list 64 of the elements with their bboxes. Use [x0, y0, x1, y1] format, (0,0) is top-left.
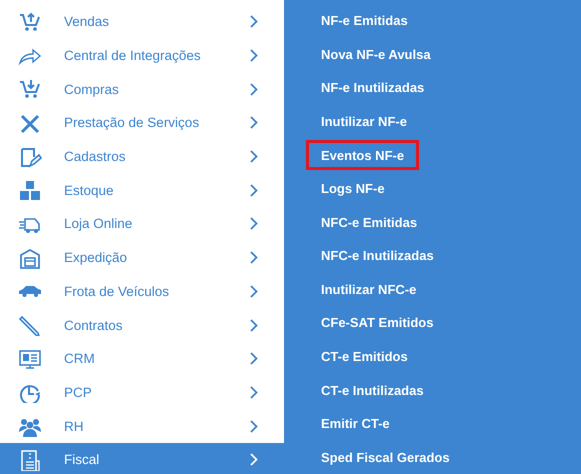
submenu-link[interactable]: Inutilizar NF-e — [306, 106, 422, 136]
document-edit-icon — [18, 146, 42, 168]
chevron-right-icon — [250, 251, 258, 264]
menu-label: Vendas — [64, 14, 110, 30]
chevron-right-icon — [250, 352, 258, 366]
chevron-right-icon — [250, 284, 258, 298]
chevron-right-icon — [250, 49, 258, 62]
menu-label: PCP — [64, 384, 93, 400]
menu-label: Cadastros — [64, 149, 127, 164]
chevron-right-icon — [250, 420, 258, 433]
menu-label: Prestação de Serviços — [64, 115, 200, 130]
menu-item[interactable]: Fiscal — [0, 442, 284, 474]
submenu-link[interactable]: NFC-e Emitidas — [306, 207, 432, 238]
submenu-link[interactable]: NF-e Inutilizadas — [306, 73, 440, 103]
menu-label: Central de Integrações — [64, 48, 202, 64]
menu-label: Frota de Veículos — [64, 284, 170, 299]
chevron-right-icon — [250, 318, 258, 332]
menu-item[interactable]: Central de Integrações — [0, 38, 284, 72]
submenu-link[interactable]: Logs NF-e — [306, 174, 400, 204]
menu-item[interactable]: Expedição — [0, 240, 284, 274]
submenu-link[interactable]: Inutilizar NFC-e — [306, 274, 432, 304]
submenu-link[interactable]: NF-e Emitidas — [306, 6, 423, 36]
menu-item[interactable]: CRM — [0, 342, 284, 376]
submenu-link[interactable]: Nova NF-e Avulsa — [306, 39, 446, 70]
menu-item[interactable]: Cadastros — [0, 140, 284, 174]
chevron-right-icon — [250, 453, 258, 466]
menu-item[interactable]: RH — [0, 409, 284, 443]
menu-label: Compras — [64, 82, 120, 97]
submenu-link[interactable]: Emitir CT-e — [306, 408, 405, 439]
menu-item[interactable]: Vendas — [0, 5, 284, 39]
menu-item[interactable]: Loja Online — [0, 207, 284, 241]
cart-upload-icon — [18, 10, 42, 33]
submenu-link[interactable]: CT-e Inutilizadas — [306, 375, 439, 406]
menu-item[interactable]: Frota de Veículos — [0, 274, 284, 308]
menu-label: RH — [64, 418, 84, 434]
chevron-right-icon — [250, 150, 258, 164]
boxes-icon — [18, 179, 42, 202]
cart-download-icon — [18, 78, 42, 100]
menu-item[interactable]: Compras — [0, 72, 284, 106]
pen-icon — [18, 314, 42, 336]
submenu-link[interactable]: Sped Fiscal Gerados — [306, 442, 465, 472]
menu-label: Expedição — [64, 250, 128, 266]
menu-label: CRM — [64, 351, 96, 366]
chevron-right-icon — [250, 116, 258, 130]
chevron-right-icon — [250, 386, 258, 399]
menu-label: Loja Online — [64, 216, 134, 232]
menu-label: Fiscal — [64, 452, 100, 468]
chevron-right-icon — [250, 184, 258, 197]
menu-label: Estoque — [64, 182, 115, 198]
menu-item[interactable]: PCP — [0, 376, 284, 410]
menu-item[interactable]: Contratos — [0, 308, 284, 342]
chevron-right-icon — [250, 15, 258, 28]
submenu-link[interactable]: Eventos NF-e — [306, 140, 420, 170]
menu-label: Contratos — [64, 318, 124, 333]
warehouse-icon — [18, 246, 42, 269]
submenu-link[interactable]: CFe-SAT Emitidos — [306, 308, 448, 338]
car-icon — [18, 286, 42, 297]
menu-item[interactable]: Estoque — [0, 173, 284, 208]
monitor-card-icon — [18, 348, 42, 370]
submenu-link[interactable]: CT-e Emitidos — [306, 342, 423, 372]
chevron-right-icon — [250, 217, 258, 230]
submenu-link[interactable]: NFC-e Inutilizadas — [306, 240, 449, 271]
chevron-right-icon — [250, 82, 258, 96]
menu-item[interactable]: Prestação de Serviços — [0, 106, 284, 140]
